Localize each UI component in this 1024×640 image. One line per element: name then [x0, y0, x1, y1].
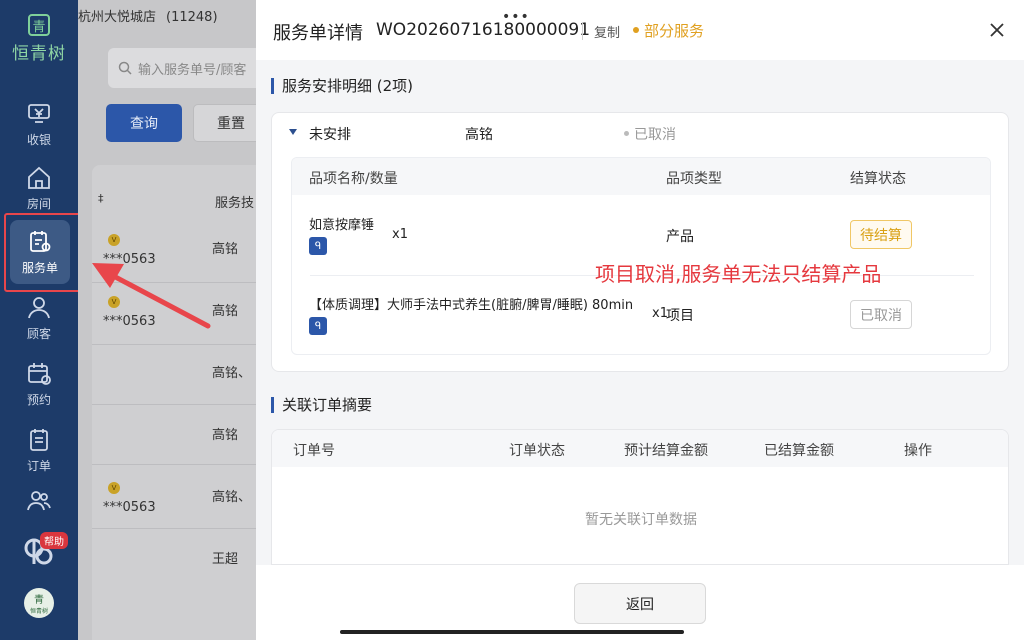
nav-label: 顾客: [26, 327, 51, 341]
chevron-down-icon[interactable]: [289, 129, 297, 135]
row-staff: 高铭: [212, 428, 239, 443]
staff-icon: [27, 490, 51, 510]
annotation-arrow: [92, 263, 211, 329]
close-icon[interactable]: [989, 22, 1005, 38]
header-settled-amount: 已结算金额: [764, 443, 834, 459]
header-order-status: 订单状态: [509, 443, 565, 459]
return-button[interactable]: 返回: [574, 583, 706, 624]
item-table-header: 品项名称/数量 品项类型 结算状态: [292, 158, 990, 195]
search-placeholder: 输入服务单号/顾客: [138, 62, 247, 78]
user-icon: [28, 297, 50, 319]
nav-item-customer[interactable]: 顾客: [0, 288, 78, 348]
service-order-detail-drawer: ••• 服务单详情 WO20260716180000091 复制 部分服务 服务…: [256, 0, 1024, 640]
row-staff: 高铭、: [212, 366, 252, 381]
reset-button[interactable]: 重置: [193, 104, 256, 142]
store-name: 杭州大悦城店: [78, 10, 157, 25]
nav-item-cashier[interactable]: 收银: [0, 94, 78, 154]
copy-button[interactable]: 复制: [594, 22, 620, 41]
title-divider: [582, 22, 583, 40]
group-state: 未安排: [309, 127, 351, 143]
item-type: 产品: [666, 229, 694, 245]
bottom-logo-text: 恒青树: [29, 608, 48, 615]
item-qty: x1: [392, 227, 408, 242]
cashier-icon: [28, 104, 50, 123]
group-staff: 高铭: [465, 127, 493, 143]
vip-icon: V: [108, 234, 120, 246]
row-staff: 王超: [212, 552, 239, 567]
store-code: (11248): [166, 10, 218, 25]
item-type: 项目: [666, 308, 694, 324]
nav-sidebar: 青 恒青树 收银 房间 服务单 顾客 预约 订单 帮助 青 恒青树: [0, 0, 78, 640]
product-badge-icon: ᑫ: [309, 237, 327, 255]
item-name: 【体质调理】大师手法中式养生(脏腑/脾胃/睡眠) 80min: [309, 298, 634, 313]
status-badge: 部分服务: [644, 22, 705, 40]
nav-label: 订单: [26, 459, 51, 473]
project-badge-icon: ᑫ: [309, 317, 327, 335]
home-indicator[interactable]: [340, 630, 684, 634]
nav-label: 预约: [26, 393, 51, 407]
bottom-logo: 青 恒青树: [24, 588, 54, 618]
row-divider: [92, 344, 256, 345]
logo-glyph: 青: [28, 14, 50, 36]
settle-status-pending: 待结算: [850, 220, 912, 249]
bottom-logo-glyph: 青: [34, 595, 44, 606]
row-phone: ***0563: [103, 500, 156, 515]
order-number: WO20260716180000091: [376, 20, 591, 40]
drawer-footer: 返回: [256, 565, 1024, 640]
search-input[interactable]: 输入服务单号/顾客: [108, 48, 256, 88]
related-table-header: 订单号 订单状态 预计结算金额 已结算金额 操作: [272, 430, 1008, 467]
nav-label: 房间: [26, 197, 51, 211]
related-section-title: 关联订单摘要: [271, 397, 372, 413]
help-badge: 帮助: [40, 532, 68, 549]
annotation-note: 项目取消,服务单无法只结算产品: [595, 262, 882, 286]
nav-item-room[interactable]: 房间: [0, 158, 78, 218]
column-header-staff: 服务技: [215, 196, 255, 211]
vip-icon: V: [108, 482, 120, 494]
row-staff: 高铭: [212, 242, 239, 257]
row-staff: 高铭、: [212, 490, 252, 505]
item-name: 如意按摩锤: [309, 218, 375, 233]
annotation-highlight-box: [4, 213, 86, 292]
nav-label: 收银: [26, 133, 51, 147]
header-order-no: 订单号: [293, 443, 335, 459]
column-marker: ‡: [98, 192, 104, 205]
arrangement-card: 未安排 高铭 已取消 品项名称/数量 品项类型 结算状态 如意按摩锤 ᑫ x1 …: [271, 112, 1009, 372]
nav-item-order[interactable]: 订单: [0, 420, 78, 480]
group-status: 已取消: [634, 127, 676, 143]
home-icon: [28, 166, 50, 189]
arrangement-section-title: 服务安排明细 (2项): [271, 78, 413, 94]
nav-item-staff[interactable]: [0, 476, 78, 526]
query-button[interactable]: 查询: [106, 104, 182, 142]
header-actions: 操作: [904, 443, 932, 459]
item-table: 品项名称/数量 品项类型 结算状态 如意按摩锤 ᑫ x1 产品 待结算 【体质调…: [291, 157, 991, 355]
row-staff: 高铭: [212, 304, 239, 319]
header-settle-status: 结算状态: [850, 171, 906, 187]
logo-text: 恒青树: [12, 44, 66, 64]
related-order-table: 订单号 订单状态 预计结算金额 已结算金额 操作 暂无关联订单数据: [271, 429, 1009, 565]
order-icon: [30, 429, 48, 451]
settle-status-cancelled: 已取消: [850, 300, 912, 329]
status-dot: [624, 131, 629, 136]
header-item-type: 品项类型: [666, 171, 722, 187]
brand-logo: 青 恒青树: [0, 0, 78, 78]
status-dot: [633, 27, 639, 33]
row-divider: [92, 404, 256, 405]
nav-item-appointment[interactable]: 预约: [0, 354, 78, 414]
search-icon: [118, 61, 132, 75]
empty-state: 暂无关联订单数据: [585, 512, 697, 528]
row-divider: [92, 464, 256, 465]
store-title: 杭州大悦城店 (11248): [78, 6, 218, 25]
header-expected-amount: 预计结算金额: [624, 443, 708, 459]
header-item-name: 品项名称/数量: [309, 171, 398, 187]
row-divider: [92, 528, 256, 529]
drawer-title: 服务单详情: [273, 23, 363, 44]
calendar-icon: [28, 363, 51, 385]
